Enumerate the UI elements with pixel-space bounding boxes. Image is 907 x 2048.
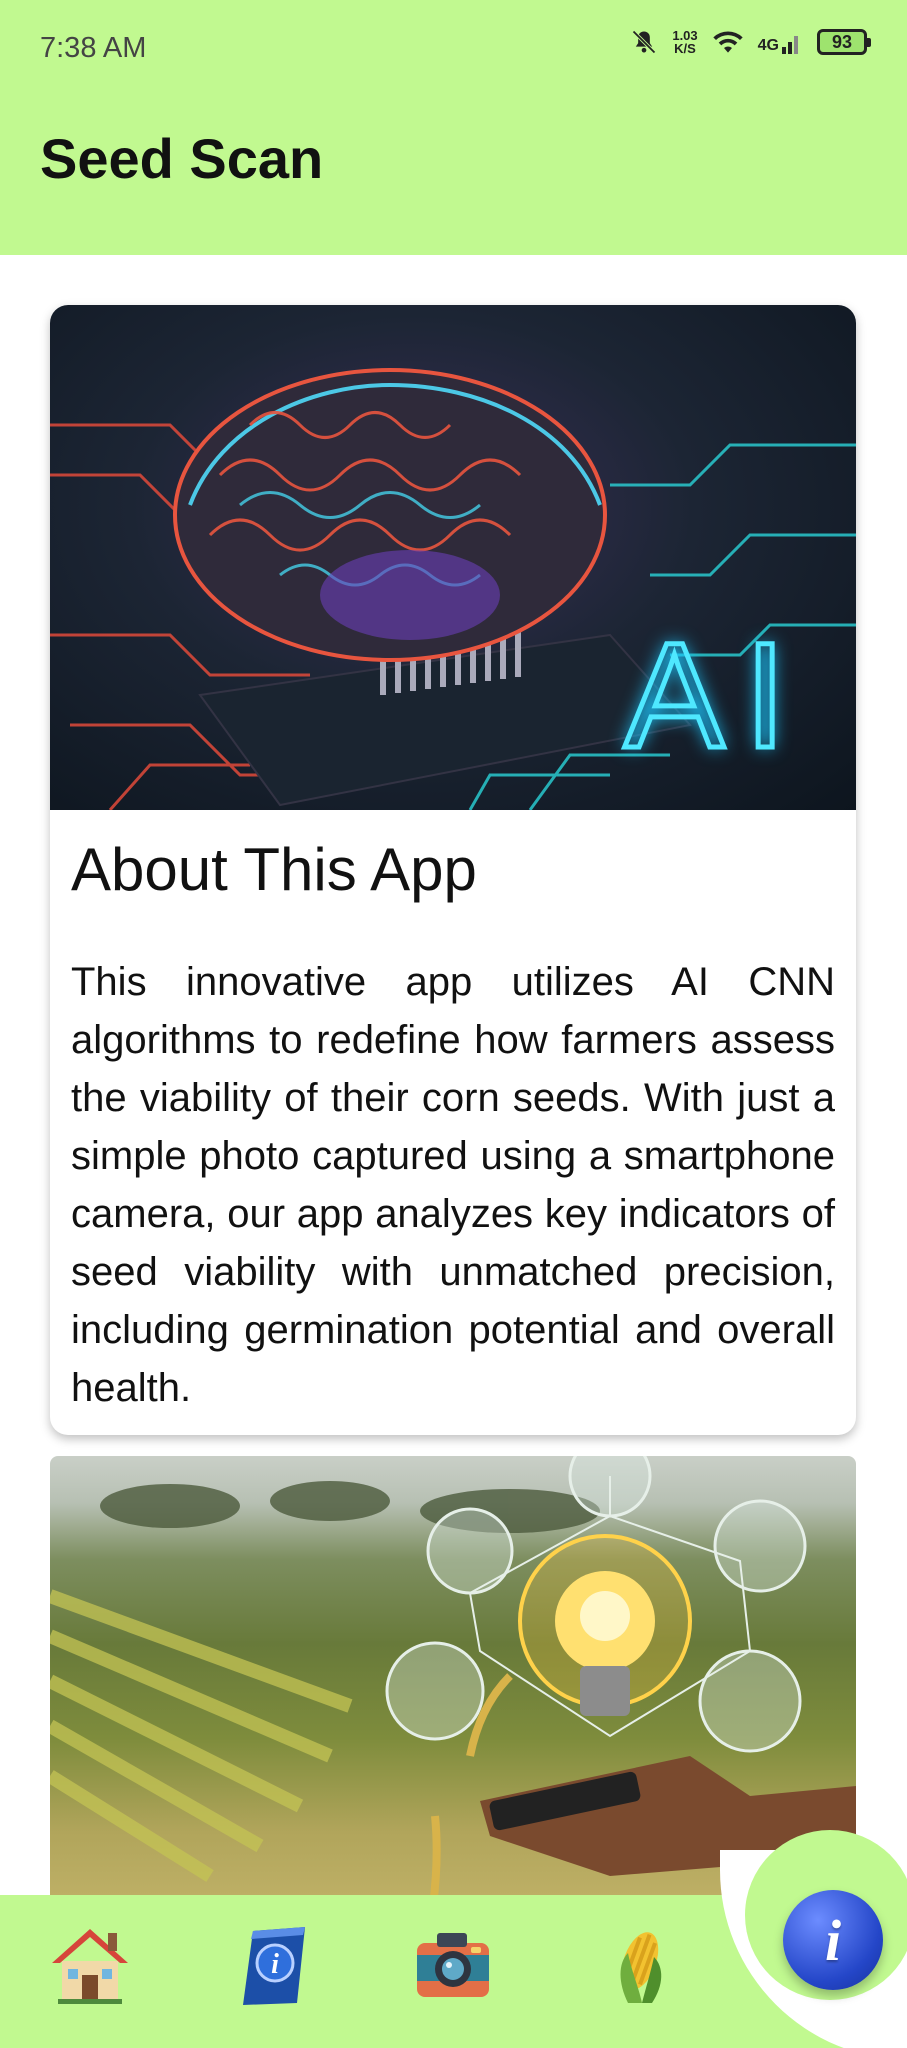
ai-brain-image: AI [50, 305, 856, 810]
info-fab[interactable]: i [783, 1890, 883, 1990]
signal-icon: 4G [758, 29, 803, 55]
nav-seeds[interactable] [595, 1920, 685, 2010]
info-book-icon: i [243, 1927, 305, 2005]
app-bar: 7:38 AM 1.03 K/S 4G 93 Seed Scan [0, 0, 907, 255]
status-icons: 1.03 K/S 4G 93 [630, 28, 871, 56]
page-title: Seed Scan [40, 127, 324, 190]
about-description: This innovative app utilizes AI CNN algo… [71, 960, 835, 1410]
house-icon [52, 1929, 128, 2004]
info-icon: i [824, 1907, 842, 1973]
wifi-icon [712, 31, 743, 53]
battery-icon: 93 [817, 29, 871, 55]
mute-bell-icon [632, 30, 657, 54]
status-time: 7:38 AM [40, 32, 147, 64]
ai-label: AI [622, 609, 806, 782]
about-title: About This App [71, 836, 477, 903]
about-card: AI About This App This innovative app ut… [50, 305, 856, 1435]
nav-guide[interactable]: i [228, 1920, 318, 2010]
nav-home[interactable] [45, 1920, 135, 2010]
svg-text:i: i [271, 1949, 279, 1980]
camera-icon [417, 1933, 489, 1997]
nav-scan[interactable] [408, 1920, 498, 2010]
net-speed: 1.03 K/S [672, 28, 698, 56]
corn-icon [620, 1932, 662, 2003]
